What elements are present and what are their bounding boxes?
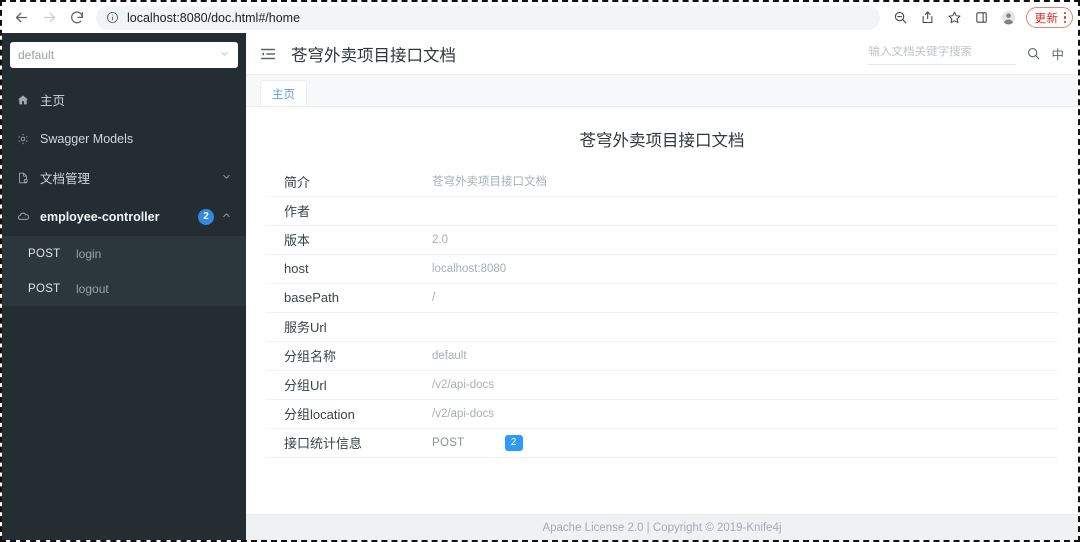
api-row-logout[interactable]: POST logout: [2, 271, 246, 306]
back-button[interactable]: [8, 5, 34, 31]
http-method: POST: [28, 247, 61, 260]
api-endpoint-list: POST login POST logout: [2, 236, 246, 306]
row-value: 苍穹外卖项目接口文档: [432, 176, 547, 189]
sidebar-item-home-label: 主页: [40, 94, 66, 108]
update-button-label: 更新: [1034, 12, 1059, 25]
group-select-wrapper: default: [2, 33, 246, 68]
sidebar-item-home[interactable]: 主页: [2, 80, 246, 119]
api-name: logout: [76, 281, 109, 296]
tab-bar: 主页: [246, 75, 1078, 107]
reload-button[interactable]: [64, 5, 90, 31]
sidebar-item-employee-controller[interactable]: employee-controller 2: [2, 197, 246, 236]
menu-fold-icon[interactable]: [259, 44, 279, 64]
browser-toolbar: localhost:8080/doc.html#/home 更新: [2, 2, 1078, 33]
kebab-menu-icon[interactable]: [1063, 11, 1066, 24]
cloud-icon: [16, 209, 36, 224]
api-name: login: [76, 246, 102, 261]
row-key: 服务Url: [284, 320, 327, 335]
page-title: 苍穹外卖项目接口文档: [291, 46, 456, 65]
http-method: POST: [28, 282, 61, 295]
row-value: /v2/api-docs: [432, 378, 495, 391]
update-button[interactable]: 更新: [1025, 7, 1073, 28]
table-row: 分组location /v2/api-docs: [266, 399, 1058, 428]
table-row-stats: 接口统计信息 POST 2: [266, 428, 1058, 457]
row-value: /v2/api-docs: [432, 407, 495, 420]
document-icon: [16, 171, 36, 185]
forward-button[interactable]: [36, 5, 62, 31]
app-header: 苍穹外卖项目接口文档 中: [246, 33, 1078, 75]
sidebar-item-swagger-models-label: Swagger Models: [40, 131, 134, 146]
sidebar-item-doc-manage[interactable]: 文档管理: [2, 158, 246, 197]
app-screen: localhost:8080/doc.html#/home 更新 default…: [2, 2, 1078, 540]
chevron-down-icon: [219, 48, 230, 62]
stats-cell: POST 2: [432, 434, 1058, 451]
table-row: basePath /: [266, 283, 1058, 312]
browser-actions: 更新: [888, 5, 1079, 31]
sidebar: default 主页 Swagger Models 文档管理 employee-…: [2, 33, 246, 540]
search-icon[interactable]: [1026, 46, 1041, 61]
row-key: host: [284, 261, 309, 276]
table-row: 简介 苍穹外卖项目接口文档: [266, 167, 1058, 196]
row-key: 版本: [284, 233, 311, 248]
table-row: host localhost:8080: [266, 254, 1058, 283]
group-select[interactable]: default: [10, 42, 238, 68]
share-icon[interactable]: [915, 5, 941, 31]
table-row: 分组名称 default: [266, 341, 1058, 370]
profile-icon[interactable]: [996, 5, 1022, 31]
api-row-login[interactable]: POST login: [2, 236, 246, 271]
row-value: default: [432, 349, 467, 362]
header-actions: 中: [868, 42, 1064, 65]
row-key: 分组名称: [284, 349, 337, 364]
language-toggle[interactable]: 中: [1051, 44, 1064, 63]
row-key: 作者: [284, 204, 311, 219]
home-icon: [16, 93, 36, 107]
footer: Apache License 2.0 | Copyright © 2019-Kn…: [246, 514, 1078, 540]
row-value: POST 2: [432, 428, 1058, 457]
row-key: 简介: [284, 174, 311, 190]
sidebar-item-doc-manage-label: 文档管理: [40, 172, 91, 186]
row-key: 分组Url: [284, 378, 327, 393]
tab-home-label: 主页: [272, 88, 295, 101]
sidebar-item-employee-controller-label: employee-controller: [40, 209, 160, 224]
chevron-up-icon: [221, 210, 232, 224]
gear-icon: [16, 132, 36, 146]
status-badge: 2: [504, 434, 523, 451]
sidebar-menu: 主页 Swagger Models 文档管理 employee-controll…: [2, 80, 246, 306]
row-value: [432, 312, 1058, 341]
chevron-down-icon: [221, 171, 232, 185]
url-text: localhost:8080/doc.html#/home: [127, 10, 301, 25]
search-box[interactable]: [868, 42, 1017, 65]
doc-info-table: 简介 苍穹外卖项目接口文档 作者 版本 2.0 host localhost:8…: [266, 167, 1058, 458]
side-panel-icon[interactable]: [969, 5, 995, 31]
content-title: 苍穹外卖项目接口文档: [579, 132, 745, 150]
row-value: [432, 196, 1058, 225]
sidebar-item-swagger-models[interactable]: Swagger Models: [2, 119, 246, 158]
row-value: /: [432, 291, 436, 304]
navigation-buttons: [2, 5, 90, 31]
row-value: 2.0: [432, 233, 448, 246]
group-select-value: default: [18, 48, 55, 62]
stats-method: POST: [432, 436, 465, 449]
address-bar[interactable]: localhost:8080/doc.html#/home: [96, 5, 880, 30]
sidebar-item-badge: 2: [198, 208, 214, 225]
row-key: 分组location: [284, 407, 355, 422]
row-value: localhost:8080: [432, 262, 507, 275]
main-panel: 苍穹外卖项目接口文档 中 主页 苍穹外卖项目接口文档: [246, 33, 1078, 540]
table-row: 分组Url /v2/api-docs: [266, 370, 1058, 399]
tab-home[interactable]: 主页: [260, 80, 307, 106]
row-key: 接口统计信息: [284, 436, 363, 451]
app-body: default 主页 Swagger Models 文档管理 employee-…: [2, 33, 1078, 540]
row-key: basePath: [284, 290, 339, 305]
bookmark-star-icon[interactable]: [942, 5, 968, 31]
footer-text: Apache License 2.0 | Copyright © 2019-Kn…: [542, 521, 782, 534]
table-row: 服务Url: [266, 312, 1058, 341]
table-row: 作者: [266, 196, 1058, 225]
zoom-out-icon[interactable]: [888, 5, 914, 31]
search-input[interactable]: [868, 46, 1017, 58]
info-circle-icon[interactable]: [106, 11, 119, 24]
content-area: 苍穹外卖项目接口文档 简介 苍穹外卖项目接口文档 作者 版本 2.0 host …: [246, 107, 1078, 514]
table-row: 版本 2.0: [266, 225, 1058, 254]
